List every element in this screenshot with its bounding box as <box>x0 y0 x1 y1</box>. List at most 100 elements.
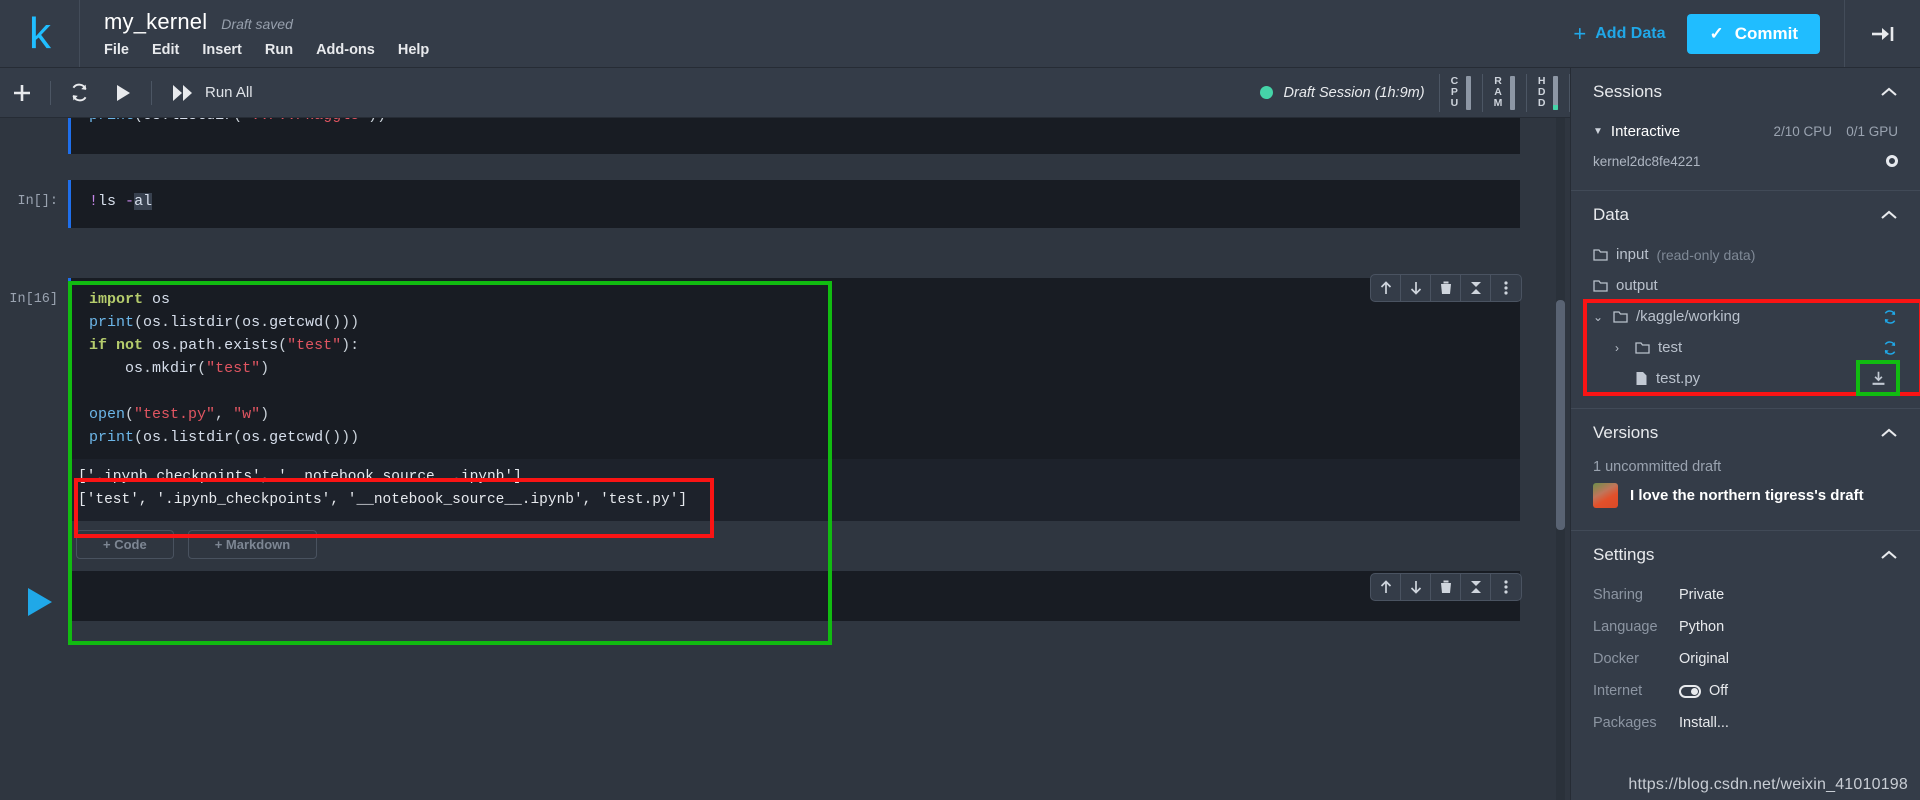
data-item-output[interactable]: output <box>1593 270 1898 301</box>
hdd-meter-label: HDD <box>1537 75 1546 109</box>
chevron-right-icon[interactable]: › <box>1615 341 1627 355</box>
collapse-sidebar-button[interactable] <box>1844 0 1920 67</box>
versions-panel-header[interactable]: Versions <box>1593 409 1898 457</box>
session-cpu-usage: 2/10 CPU <box>1773 123 1832 139</box>
setting-value[interactable]: Original <box>1679 651 1729 667</box>
data-item-note: (read-only data) <box>1656 246 1756 263</box>
move-cell-up-button[interactable] <box>1371 275 1401 301</box>
caret-down-icon: ▼ <box>1593 125 1603 137</box>
folder-icon <box>1635 342 1650 354</box>
setting-value-internet[interactable]: Off <box>1679 683 1728 699</box>
hdd-meter-bar <box>1553 75 1558 110</box>
arrow-to-right-icon <box>1871 26 1893 41</box>
cell-more-options-button[interactable] <box>1491 574 1521 600</box>
session-status-text: Draft Session (1h:9m) <box>1283 84 1425 101</box>
add-data-button[interactable]: + Add Data <box>1551 22 1687 45</box>
data-item-kaggle-working[interactable]: ⌄ /kaggle/working <box>1593 301 1898 332</box>
download-icon <box>1872 371 1884 385</box>
cell-active-empty <box>0 571 1570 621</box>
restart-session-button[interactable] <box>57 68 101 118</box>
data-panel-header[interactable]: Data <box>1593 191 1898 239</box>
cell-editor-main[interactable]: import os print(os.listdir(os.getcwd()))… <box>68 278 1520 459</box>
uncommitted-draft-count: 1 uncommitted draft <box>1593 459 1722 475</box>
menu-item-insert[interactable]: Insert <box>202 42 242 58</box>
setting-value[interactable]: Python <box>1679 619 1724 635</box>
data-panel-body: input (read-only data) output ⌄ /kaggle/… <box>1583 239 1920 408</box>
right-sidebar: Sessions ▼ Interactive 2/10 CPU 0/1 GPU … <box>1570 68 1920 800</box>
stop-session-icon[interactable] <box>1886 155 1898 167</box>
setting-value[interactable]: Private <box>1679 587 1724 603</box>
cell-more-options-button[interactable] <box>1491 275 1521 301</box>
collapse-icon <box>1470 282 1481 294</box>
kaggle-notebook-app: k my_kernel Draft saved File Edit Insert… <box>0 0 1920 800</box>
cell-editor-empty[interactable] <box>68 571 1520 621</box>
output-line: ['test', '.ipynb_checkpoints', '__notebo… <box>78 492 688 508</box>
refresh-icon[interactable] <box>1882 309 1898 325</box>
add-markdown-cell-button[interactable]: + Markdown <box>187 530 318 559</box>
cell-code-partial[interactable]: print(os.listdir('../../kaggle')) <box>68 118 1520 154</box>
data-item-label: /kaggle/working <box>1636 308 1741 325</box>
setting-key: Docker <box>1593 651 1639 667</box>
add-code-cell-button[interactable]: + Code <box>76 530 174 559</box>
session-status: Draft Session (1h:9m) <box>1259 84 1439 101</box>
menu-bar: File Edit Insert Run Add-ons Help <box>104 42 1551 58</box>
collapse-cell-button[interactable] <box>1461 574 1491 600</box>
cpu-meter-bar <box>1465 75 1471 110</box>
data-item-test-file[interactable]: test.py <box>1593 359 1900 396</box>
menu-item-help[interactable]: Help <box>398 42 429 58</box>
chevron-down-icon[interactable]: ⌄ <box>1593 310 1605 324</box>
data-item-label: test.py <box>1656 370 1701 387</box>
check-icon: ✓ <box>1709 23 1724 43</box>
kaggle-logo[interactable]: k <box>0 0 80 67</box>
commit-button[interactable]: ✓ Commit <box>1687 13 1820 54</box>
chevron-up-icon <box>1881 210 1897 219</box>
run-all-button[interactable]: Run All <box>158 68 267 118</box>
page-title[interactable]: my_kernel <box>104 9 207 35</box>
refresh-icon[interactable] <box>1882 340 1898 356</box>
menu-item-file[interactable]: File <box>104 42 129 58</box>
delete-cell-button[interactable] <box>1431 275 1461 301</box>
cell-editor-ls[interactable]: !ls -al <box>68 180 1520 228</box>
header-actions: + Add Data ✓ Commit <box>1551 0 1920 67</box>
cell-toolbar-empty <box>1370 573 1522 601</box>
move-cell-down-button[interactable] <box>1401 574 1431 600</box>
install-packages-link[interactable]: Install... <box>1679 715 1729 731</box>
run-cell-button[interactable] <box>101 68 145 118</box>
notebook-scrollbar-thumb[interactable] <box>1556 300 1565 530</box>
more-options-icon <box>1504 281 1508 295</box>
internet-toggle[interactable] <box>1679 684 1701 698</box>
code-line: import os <box>89 291 171 308</box>
menu-item-addons[interactable]: Add-ons <box>316 42 375 58</box>
cpu-meter-label: CPU <box>1450 75 1459 109</box>
data-item-test-folder[interactable]: › test <box>1593 332 1898 363</box>
avatar <box>1593 483 1618 508</box>
move-down-icon <box>1410 282 1421 295</box>
move-up-icon <box>1380 281 1391 294</box>
collapse-cell-button[interactable] <box>1461 275 1491 301</box>
menu-item-edit[interactable]: Edit <box>152 42 179 58</box>
code-line: print(os.listdir(os.getcwd())) <box>89 429 360 446</box>
add-cell-buttons: + Code + Markdown <box>68 521 1520 565</box>
menu-item-run[interactable]: Run <box>265 42 293 58</box>
sessions-panel-header[interactable]: Sessions <box>1593 68 1898 116</box>
settings-panel-header[interactable]: Settings <box>1593 531 1898 579</box>
delete-cell-button[interactable] <box>1431 574 1461 600</box>
setting-key: Internet <box>1593 683 1643 699</box>
move-cell-down-button[interactable] <box>1401 275 1431 301</box>
download-file-button[interactable] <box>1856 359 1900 396</box>
data-item-input[interactable]: input (read-only data) <box>1593 239 1898 270</box>
move-cell-up-button[interactable] <box>1371 574 1401 600</box>
watermark: https://blog.csdn.net/weixin_41010198 <box>1628 776 1908 793</box>
run-active-cell-button[interactable] <box>25 586 55 618</box>
cpu-meter: CPU <box>1438 73 1482 112</box>
add-cell-button[interactable] <box>0 68 44 118</box>
session-gpu-usage: 0/1 GPU <box>1846 123 1898 139</box>
version-title: I love the northern tigress's draft <box>1630 487 1864 504</box>
file-icon <box>1636 372 1647 385</box>
version-list-item[interactable]: I love the northern tigress's draft <box>1593 483 1898 516</box>
data-panel: Data input (read-only data) output ⌄ /ka… <box>1571 191 1920 409</box>
setting-key: Packages <box>1593 715 1657 731</box>
session-interactive-row[interactable]: ▼ Interactive 2/10 CPU 0/1 GPU <box>1593 116 1898 146</box>
versions-panel-body: 1 uncommitted draft I love the northern … <box>1593 457 1898 530</box>
